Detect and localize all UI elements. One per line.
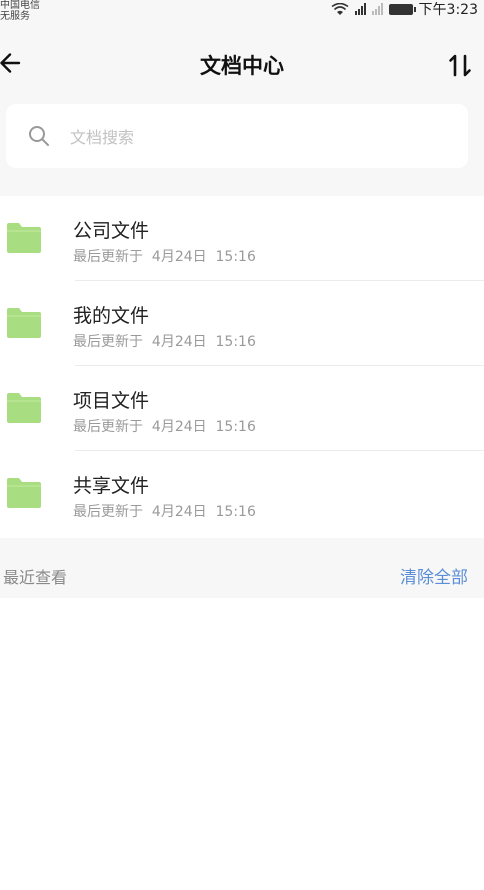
status-indicators: 下午3:23	[331, 0, 478, 18]
carrier-info: 中国电信 无服务	[0, 0, 40, 22]
recent-label: 最近查看	[3, 568, 68, 587]
search-area	[0, 104, 484, 196]
folder-icon	[7, 223, 41, 253]
wifi-icon	[331, 2, 349, 15]
recent-section-header: 最近查看 清除全部	[0, 538, 484, 598]
signal-strength-icon	[354, 3, 366, 15]
folder-updated: 最后更新于 4月24日 15:16	[73, 416, 256, 436]
carrier-service: 无服务	[0, 11, 30, 22]
folder-updated: 最后更新于 4月24日 15:16	[73, 246, 256, 266]
app-header: 文档中心	[0, 22, 484, 108]
folder-item-company[interactable]: 公司文件 最后更新于 4月24日 15:16	[0, 196, 484, 281]
search-icon	[29, 126, 49, 146]
page-title: 文档中心	[200, 54, 284, 78]
folder-name: 公司文件	[73, 220, 150, 242]
folder-list: 公司文件 最后更新于 4月24日 15:16 我的文件 最后更新于 4月24日 …	[0, 196, 484, 536]
updated-prefix: 最后更新于	[73, 249, 143, 265]
updated-time: 4月24日 15:16	[151, 504, 256, 520]
folder-updated: 最后更新于 4月24日 15:16	[73, 501, 256, 521]
updated-time: 4月24日 15:16	[151, 334, 256, 350]
sort-icon	[449, 54, 471, 77]
updated-prefix: 最后更新于	[73, 504, 143, 520]
folder-name: 共享文件	[73, 475, 150, 497]
status-bar: 中国电信 无服务 下午3:23	[0, 0, 484, 22]
updated-prefix: 最后更新于	[73, 419, 143, 435]
updated-prefix: 最后更新于	[73, 334, 143, 350]
updated-time: 4月24日 15:16	[151, 419, 256, 435]
battery-icon	[388, 3, 416, 15]
folder-item-shared[interactable]: 共享文件 最后更新于 4月24日 15:16	[0, 451, 484, 536]
clear-all-button[interactable]: 清除全部	[400, 563, 468, 588]
sort-button[interactable]	[448, 48, 474, 82]
carrier-name: 中国电信	[0, 0, 40, 11]
folder-icon	[7, 478, 41, 508]
signal-strength-secondary-icon	[371, 3, 383, 15]
folder-name: 我的文件	[73, 305, 150, 327]
folder-item-mine[interactable]: 我的文件 最后更新于 4月24日 15:16	[0, 281, 484, 366]
clock-time: 下午3:23	[418, 2, 478, 18]
search-box[interactable]	[6, 104, 468, 168]
folder-item-project[interactable]: 项目文件 最后更新于 4月24日 15:16	[0, 366, 484, 451]
search-input[interactable]	[68, 120, 452, 154]
updated-time: 4月24日 15:16	[151, 249, 256, 265]
folder-icon	[7, 393, 41, 423]
folder-name: 项目文件	[73, 390, 150, 412]
folder-updated: 最后更新于 4月24日 15:16	[73, 331, 256, 351]
folder-icon	[7, 308, 41, 338]
